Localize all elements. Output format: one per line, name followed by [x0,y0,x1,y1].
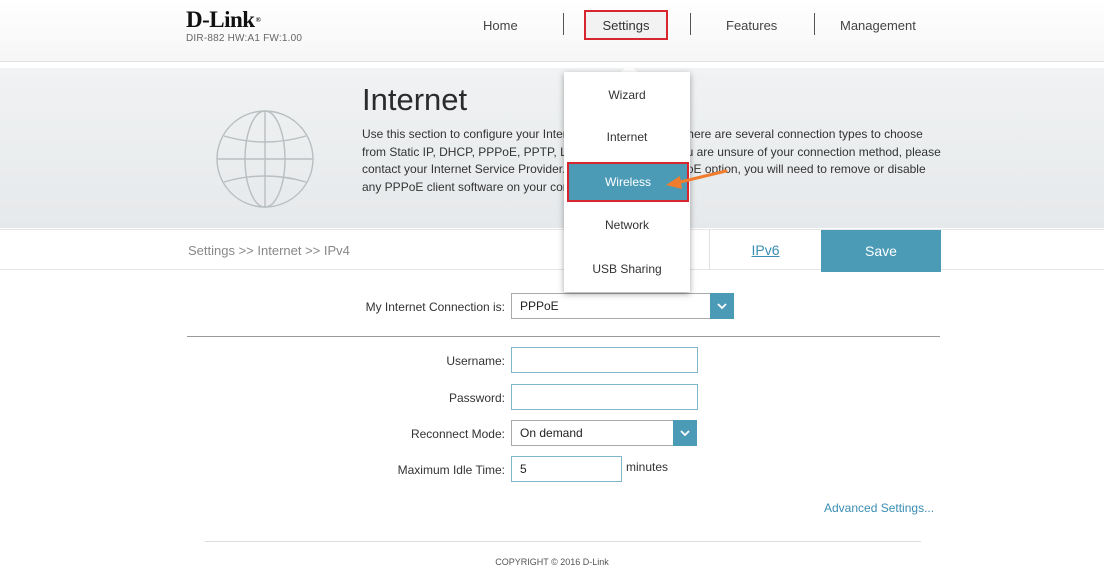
nav-home[interactable]: Home [483,18,518,33]
page-header-section: Internet Use this section to configure y… [0,68,1104,228]
menu-item-internet[interactable]: Internet [564,130,690,144]
globe-icon [216,110,314,208]
password-input[interactable] [511,384,698,410]
nav-settings[interactable]: Settings [584,10,668,40]
connection-type-select[interactable]: PPPoE [511,293,734,319]
dlink-logo[interactable]: D-Link® DIR-882 HW:A1 FW:1.00 [186,7,303,44]
breadcrumb: Settings >> Internet >> IPv4 [188,243,350,258]
max-idle-time-label: Maximum Idle Time: [397,463,505,477]
nav-divider [814,13,815,35]
nav-features[interactable]: Features [726,18,777,33]
copyright-text: COPYRIGHT © 2016 D-Link [495,557,609,567]
brand-name: D-Link [186,7,255,32]
reconnect-mode-label: Reconnect Mode: [410,427,505,441]
username-input[interactable] [511,347,698,373]
password-label: Password: [448,391,505,405]
model-info: DIR-882 HW:A1 FW:1.00 [186,33,303,44]
page-title: Internet [362,82,468,117]
nav-divider [690,13,691,35]
connection-type-label: My Internet Connection is: [365,300,505,314]
menu-item-usb-sharing[interactable]: USB Sharing [564,262,690,276]
footer-divider [205,541,921,542]
save-button[interactable]: Save [821,230,941,272]
nav-divider [563,13,564,35]
connection-type-value: PPPoE [520,299,559,313]
breadcrumb-bar: Settings >> Internet >> IPv4 IPv6 Save [0,229,1104,272]
chevron-down-icon[interactable] [673,420,697,446]
advanced-settings-link[interactable]: Advanced Settings... [824,501,934,515]
menu-item-wizard[interactable]: Wizard [564,88,690,102]
top-navigation-bar: D-Link® DIR-882 HW:A1 FW:1.00 Home Setti… [0,0,1104,62]
ipv6-link[interactable]: IPv6 [709,230,821,270]
max-idle-time-input[interactable]: 5 [511,456,622,482]
username-label: Username: [446,354,505,368]
menu-item-network[interactable]: Network [564,218,690,232]
reconnect-mode-value: On demand [520,426,583,440]
nav-management[interactable]: Management [840,18,916,33]
reconnect-mode-select[interactable]: On demand [511,420,697,446]
chevron-down-icon[interactable] [710,293,734,319]
registered-mark: ® [255,16,261,24]
annotation-arrow-icon [666,169,728,189]
idle-units-label: minutes [626,460,669,474]
section-divider [187,336,940,337]
